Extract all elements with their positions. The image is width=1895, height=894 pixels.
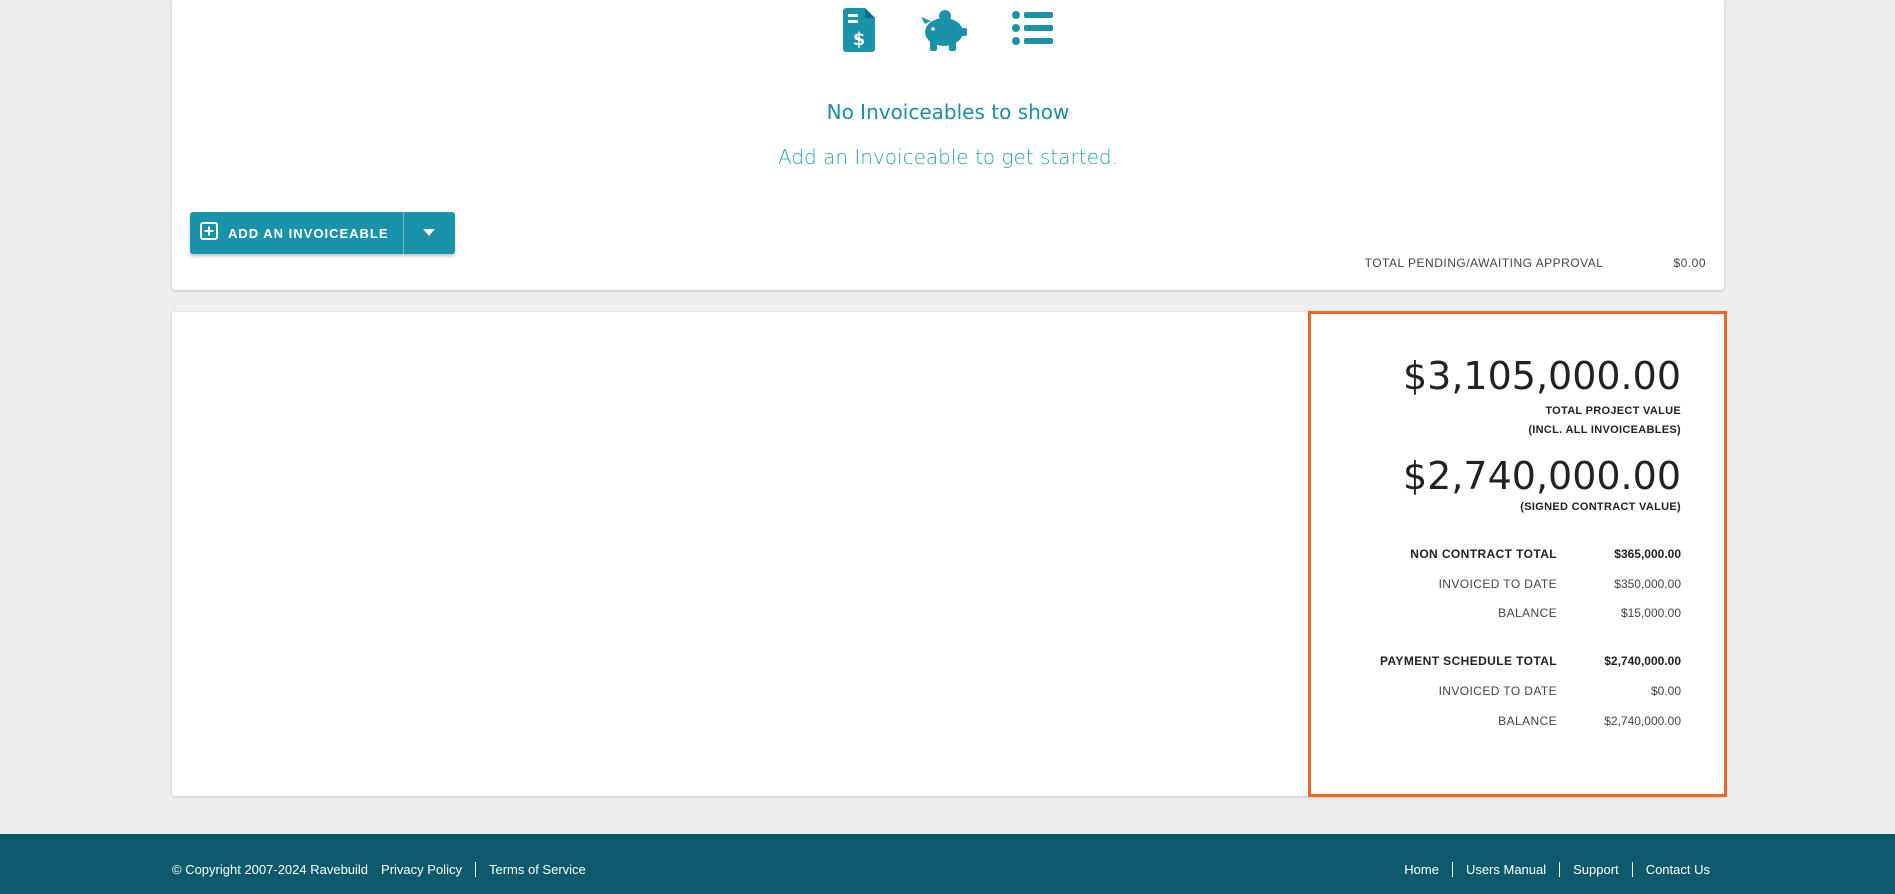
empty-state-icons: $ xyxy=(172,8,1724,52)
footer-right: Home Users Manual Support Contact Us xyxy=(1404,862,1710,877)
contact-us-link[interactable]: Contact Us xyxy=(1646,862,1710,877)
non-contract-invoiced-label: INVOICED TO DATE xyxy=(1438,577,1557,591)
total-project-value: $3,105,000.00 xyxy=(1402,354,1681,398)
total-project-caption-line-2: (INCL. ALL INVOICEABLES) xyxy=(1528,424,1681,436)
add-invoiceable-button[interactable]: ADD AN INVOICEABLE xyxy=(190,212,404,254)
payment-schedule-balance-label: BALANCE xyxy=(1498,714,1557,728)
payment-schedule-balance-row: BALANCE $2,740,000.00 xyxy=(1327,714,1681,728)
svg-text:$: $ xyxy=(853,29,866,50)
plus-square-icon xyxy=(200,221,218,245)
footer-left: © Copyright 2007-2024 Ravebuild Privacy … xyxy=(172,862,586,877)
terms-of-service-link[interactable]: Terms of Service xyxy=(489,862,586,877)
non-contract-invoiced-row: INVOICED TO DATE $350,000.00 xyxy=(1327,577,1681,591)
pending-total-label: TOTAL PENDING/AWAITING APPROVAL xyxy=(1364,256,1604,270)
list-icon xyxy=(1011,8,1053,52)
footer-divider xyxy=(1631,862,1633,877)
non-contract-invoiced-value: $350,000.00 xyxy=(1614,577,1681,591)
footer-divider xyxy=(1451,862,1453,877)
non-contract-balance-label: BALANCE xyxy=(1498,606,1557,620)
payment-schedule-invoiced-label: INVOICED TO DATE xyxy=(1438,684,1557,698)
footer-divider xyxy=(1559,862,1561,877)
payment-schedule-total-value: $2,740,000.00 xyxy=(1604,654,1681,668)
invoice-dollar-icon: $ xyxy=(843,8,877,52)
pending-total: TOTAL PENDING/AWAITING APPROVAL $0.00 xyxy=(1365,256,1706,270)
non-contract-balance-row: BALANCE $15,000.00 xyxy=(1327,606,1681,620)
total-project-caption: TOTAL PROJECT VALUE (INCL. ALL INVOICEAB… xyxy=(1528,402,1681,440)
total-project-caption-line-1: TOTAL PROJECT VALUE xyxy=(1545,405,1681,417)
piggy-bank-icon xyxy=(919,8,969,52)
payment-schedule-invoiced-row: INVOICED TO DATE $0.00 xyxy=(1327,684,1681,698)
payment-schedule-total-row: PAYMENT SCHEDULE TOTAL $2,740,000.00 xyxy=(1327,654,1681,668)
pending-total-value: $0.00 xyxy=(1673,256,1706,270)
caret-down-icon xyxy=(423,224,436,242)
signed-contract-value: $2,740,000.00 xyxy=(1402,454,1681,498)
support-link[interactable]: Support xyxy=(1573,862,1619,877)
invoiceables-panel: $ No Invoiceables to show Add an Invoice… xyxy=(172,0,1724,290)
payment-schedule-invoiced-value: $0.00 xyxy=(1650,684,1681,698)
site-footer: © Copyright 2007-2024 Ravebuild Privacy … xyxy=(0,834,1895,894)
project-summary-panel: $3,105,000.00 TOTAL PROJECT VALUE (INCL.… xyxy=(172,311,1727,797)
add-invoiceable-label: ADD AN INVOICEABLE xyxy=(228,225,389,241)
project-value-summary: $3,105,000.00 TOTAL PROJECT VALUE (INCL.… xyxy=(1308,311,1727,797)
privacy-policy-link[interactable]: Privacy Policy xyxy=(381,862,462,877)
signed-contract-caption: (SIGNED CONTRACT VALUE) xyxy=(1520,501,1681,513)
non-contract-total-value: $365,000.00 xyxy=(1614,547,1681,561)
payment-schedule-total-label: PAYMENT SCHEDULE TOTAL xyxy=(1379,654,1557,668)
users-manual-link[interactable]: Users Manual xyxy=(1466,862,1546,877)
footer-divider xyxy=(474,862,476,877)
non-contract-total-label: NON CONTRACT TOTAL xyxy=(1410,547,1557,561)
empty-state-title: No Invoiceables to show xyxy=(826,100,1070,124)
empty-state-subtitle: Add an Invoiceable to get started. xyxy=(778,145,1118,169)
copyright-text: © Copyright 2007-2024 Ravebuild xyxy=(172,862,369,877)
home-link[interactable]: Home xyxy=(1404,862,1439,877)
payment-schedule-balance-value: $2,740,000.00 xyxy=(1604,714,1681,728)
non-contract-total-row: NON CONTRACT TOTAL $365,000.00 xyxy=(1327,547,1681,561)
non-contract-balance-value: $15,000.00 xyxy=(1620,606,1681,620)
add-invoiceable-split-button[interactable]: ADD AN INVOICEABLE xyxy=(190,212,455,254)
add-invoiceable-dropdown-toggle[interactable] xyxy=(404,212,455,254)
